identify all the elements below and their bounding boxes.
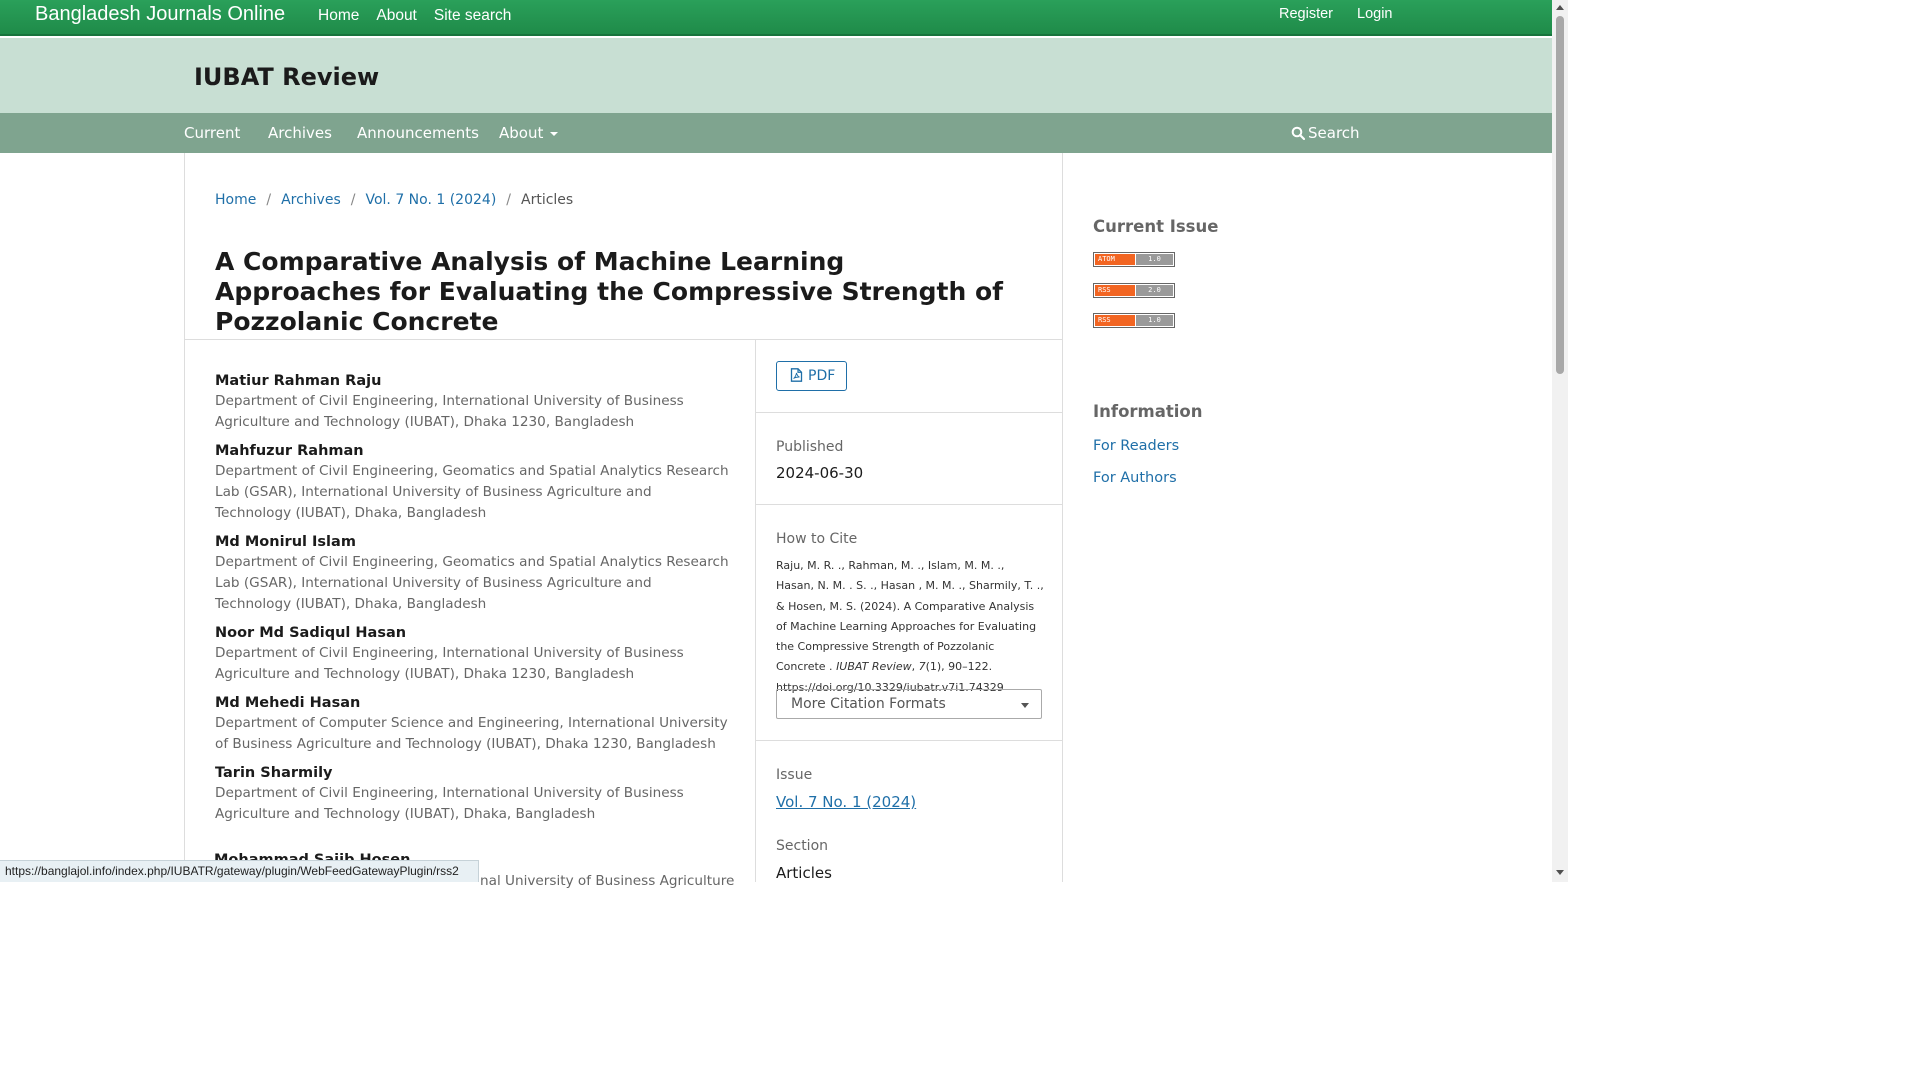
how-to-cite-label: How to Cite	[776, 531, 858, 547]
user-nav: Register Login	[1279, 6, 1416, 22]
for-authors-link[interactable]: For Authors	[1093, 470, 1177, 486]
site-topbar: Bangladesh Journals Online Home About Si…	[0, 0, 1552, 36]
issue-label: Issue	[776, 767, 813, 783]
citation-formats-dropdown[interactable]: More Citation Formats	[776, 689, 1042, 719]
atom-feed-badge[interactable]: ATOM 1.0	[1093, 252, 1175, 267]
author-name: Matiur Rahman Raju	[215, 373, 382, 389]
scrollbar-thumb[interactable]	[1556, 16, 1564, 374]
divider	[756, 504, 1062, 505]
site-nav-site-search[interactable]: Site search	[434, 7, 512, 25]
author-entry: Mahfuzur Rahman Department of Civil Engi…	[215, 441, 730, 524]
breadcrumb-separator: /	[506, 192, 511, 208]
published-date: 2024-06-30	[776, 464, 864, 482]
site-nav-about[interactable]: About	[376, 7, 417, 25]
caret-down-icon	[550, 131, 559, 136]
journal-nav: Current Archives Announcements About Sea…	[0, 113, 1552, 153]
author-affiliation: Department of Computer Science and Engin…	[215, 715, 728, 752]
breadcrumb-home[interactable]: Home	[215, 192, 256, 208]
author-name: Tarin Sharmily	[215, 765, 333, 781]
author-affiliation: Department of Civil Engineering, Geomati…	[215, 554, 729, 612]
citation-text: Raju, M. R. ., Rahman, M. ., Islam, M. M…	[776, 556, 1044, 698]
breadcrumb-current: Articles	[521, 192, 574, 208]
for-readers-link[interactable]: For Readers	[1093, 438, 1179, 454]
site-nav-home[interactable]: Home	[318, 7, 359, 25]
nav-about-dropdown[interactable]: About	[499, 124, 559, 142]
journal-title[interactable]: IUBAT Review	[194, 63, 379, 91]
article-panel: Home / Archives / Vol. 7 No. 1 (2024) / Articl…	[184, 153, 1063, 882]
author-entry: Md Mehedi Hasan Department of Computer S…	[215, 693, 730, 755]
breadcrumb-archives[interactable]: Archives	[281, 192, 341, 208]
feed-version: 1.0	[1136, 254, 1173, 265]
scroll-up-arrow-icon[interactable]	[1556, 5, 1564, 10]
author-entry: Matiur Rahman Raju Department of Civil E…	[215, 371, 730, 433]
author-name: Md Mehedi Hasan	[215, 695, 361, 711]
nav-announcements[interactable]: Announcements	[357, 124, 479, 142]
citation-comma: ,	[911, 660, 919, 674]
author-entry: Md Monirul Islam Department of Civil Eng…	[215, 532, 730, 615]
nav-search[interactable]: Search	[1291, 124, 1360, 142]
current-issue-heading: Current Issue	[1093, 217, 1219, 236]
article-title: A Comparative Analysis of Machine Learni…	[215, 247, 1004, 336]
feed-type: ATOM	[1095, 254, 1135, 265]
nav-search-label: Search	[1308, 124, 1360, 142]
author-entry: Noor Md Sadiqul Hasan Department of Civi…	[215, 623, 730, 685]
journal-header: IUBAT Review	[0, 38, 1552, 113]
pdf-label: PDF	[808, 368, 836, 384]
rss1-feed-badge[interactable]: RSS 1.0	[1093, 313, 1175, 328]
register-link[interactable]: Register	[1279, 6, 1333, 22]
author-name: Noor Md Sadiqul Hasan	[215, 625, 407, 641]
breadcrumb: Home / Archives / Vol. 7 No. 1 (2024) / Articl…	[215, 192, 573, 208]
rss2-feed-badge[interactable]: RSS 2.0	[1093, 283, 1175, 298]
nav-current[interactable]: Current	[184, 124, 240, 142]
citation-journal: IUBAT Review	[836, 660, 912, 674]
vertical-scrollbar[interactable]	[1552, 0, 1568, 882]
login-link[interactable]: Login	[1357, 6, 1392, 22]
link-status-bar: https://banglajol.info/index.php/IUBATR/…	[0, 860, 479, 882]
citation-formats-label: More Citation Formats	[791, 696, 946, 712]
nav-about-label: About	[499, 124, 544, 142]
author-list: Matiur Rahman Raju Department of Civil E…	[215, 371, 730, 833]
site-nav: Home About Site search	[318, 7, 528, 25]
pdf-button[interactable]: PDF	[776, 361, 847, 391]
divider	[756, 412, 1062, 413]
breadcrumb-separator: /	[266, 192, 272, 208]
divider	[756, 740, 1062, 741]
section-value: Articles	[776, 864, 832, 882]
caret-down-icon	[1021, 703, 1029, 708]
breadcrumb-issue[interactable]: Vol. 7 No. 1 (2024)	[365, 192, 496, 208]
author-entry: Tarin Sharmily Department of Civil Engin…	[215, 763, 730, 825]
feed-version: 1.0	[1136, 315, 1173, 326]
author-affiliation: Department of Civil Engineering, Geomati…	[215, 463, 729, 521]
scroll-down-arrow-icon[interactable]	[1556, 870, 1564, 875]
column-divider	[755, 339, 756, 882]
author-name: Md Monirul Islam	[215, 534, 356, 550]
author-affiliation: Department of Civil Engineering, Interna…	[215, 393, 684, 430]
breadcrumb-separator: /	[350, 192, 356, 208]
author-affiliation-partial: nal University of Business Agriculture	[480, 873, 735, 889]
author-affiliation: Department of Civil Engineering, Interna…	[215, 645, 684, 682]
citation-volume: 7	[918, 660, 926, 674]
feed-type: RSS	[1095, 285, 1135, 296]
feed-version: 2.0	[1136, 285, 1173, 296]
published-label: Published	[776, 439, 844, 455]
nav-archives[interactable]: Archives	[268, 124, 332, 142]
citation-authors-title: Raju, M. R. ., Rahman, M. ., Islam, M. M…	[776, 559, 1044, 674]
search-icon	[1291, 126, 1306, 141]
site-brand[interactable]: Bangladesh Journals Online	[35, 3, 285, 26]
author-name: Mahfuzur Rahman	[215, 443, 364, 459]
author-affiliation: Department of Civil Engineering, Interna…	[215, 785, 684, 822]
file-pdf-icon	[790, 368, 803, 382]
feed-type: RSS	[1095, 315, 1135, 326]
divider	[185, 339, 1062, 340]
section-label: Section	[776, 838, 829, 854]
issue-link[interactable]: Vol. 7 No. 1 (2024)	[776, 793, 916, 811]
information-heading: Information	[1093, 402, 1203, 421]
